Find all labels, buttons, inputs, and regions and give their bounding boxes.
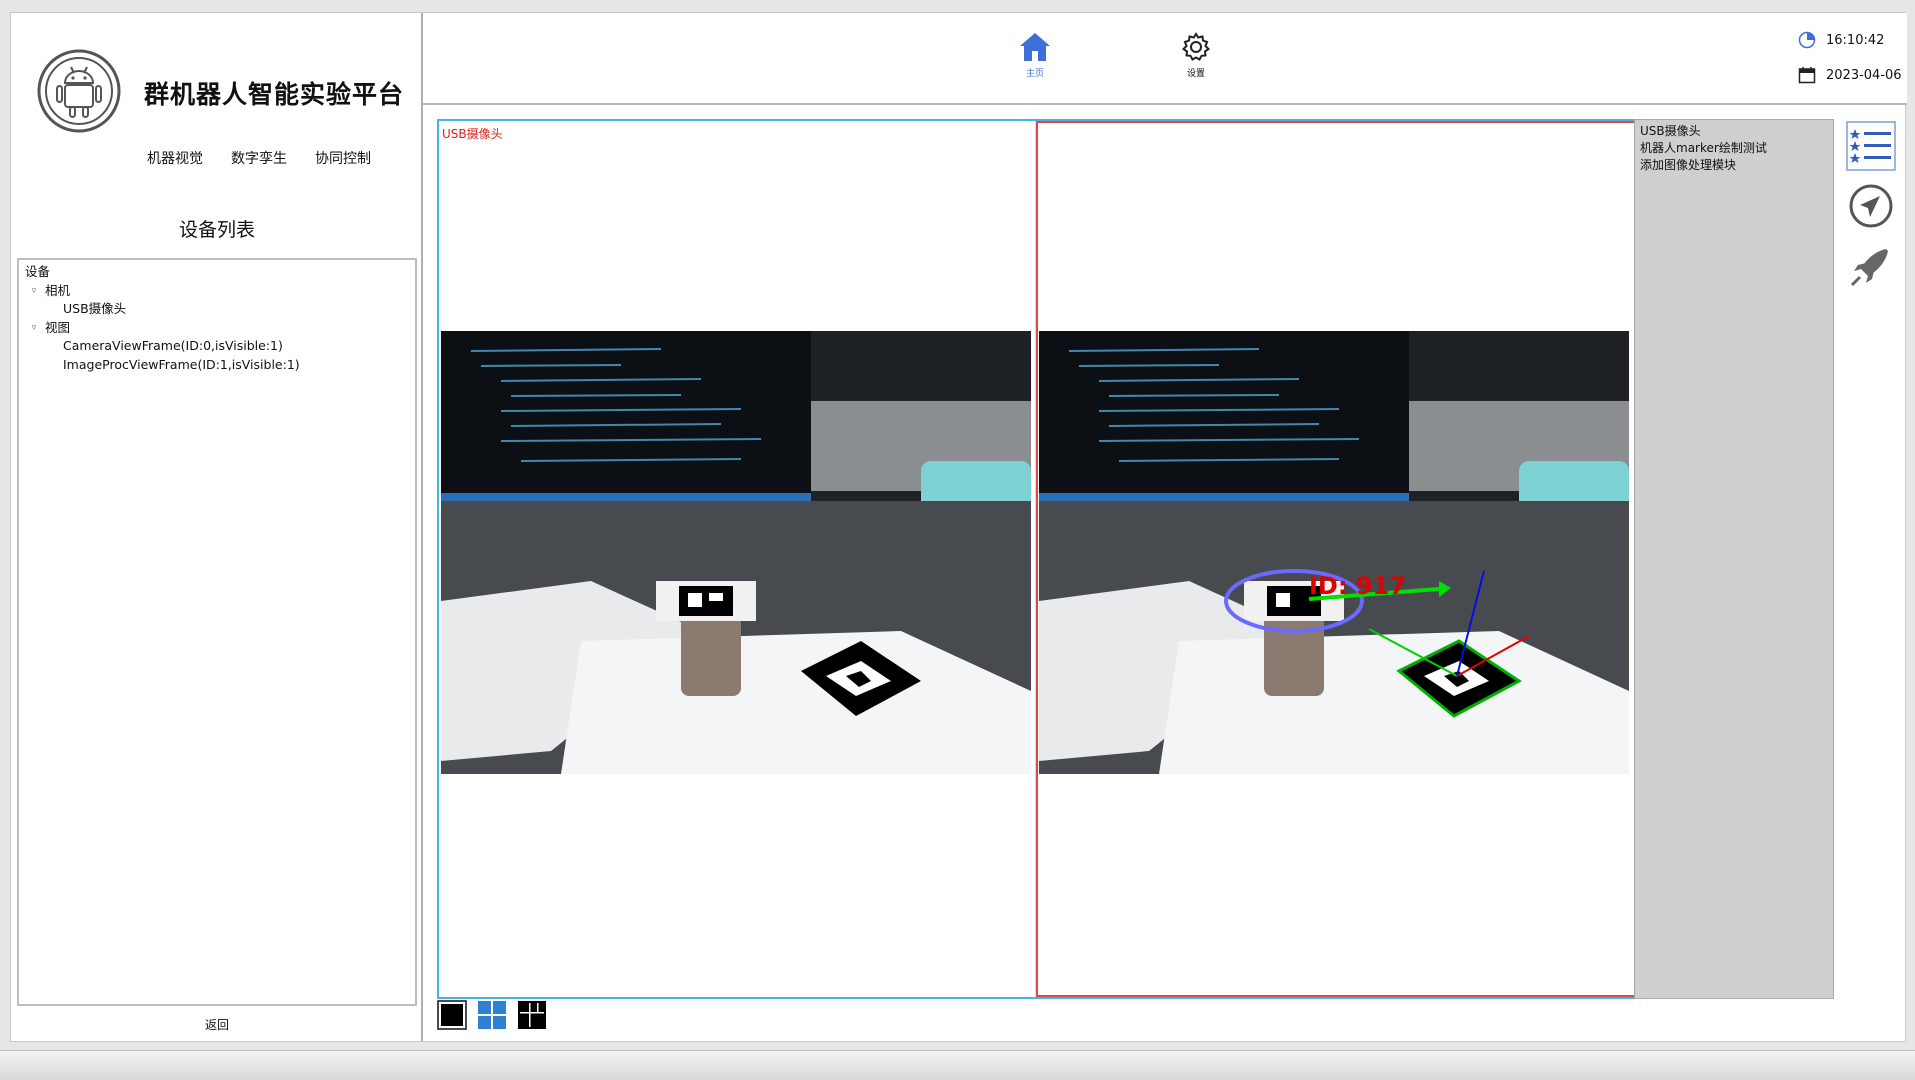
module-item[interactable]: USB摄像头 [1640,123,1828,140]
marker-id-label: ID: 917 [1309,572,1406,600]
image-proc-view-frame[interactable]: ID: 917 [1036,121,1642,997]
tree-item-usb-camera[interactable]: USB摄像头 [25,300,409,319]
calendar-icon [1798,67,1816,84]
quad-view-layout-button[interactable] [477,1000,507,1030]
tree-item-label: 视图 [45,319,71,335]
top-toolbar: 主页 设置 16:10:42 2023-04-06 [423,13,1907,105]
camera-feed-image [441,331,1031,774]
app-window: 群机器人智能实验平台 机器视觉 数字孪生 协同控制 设备列表 设备 ▿ 相机 U… [10,12,1907,1042]
processed-feed-image: ID: 917 [1039,331,1629,774]
settings-label: 设置 [1186,69,1205,79]
rocket-icon[interactable] [1846,241,1896,291]
chevron-down-icon[interactable]: ▿ [27,282,41,301]
mixed-view-layout-button[interactable] [517,1000,547,1030]
nav-digital-twin[interactable]: 数字孪生 [231,148,287,168]
camera-caption: USB摄像头 [442,127,503,141]
camera-view-area: USB摄像头 ID: 917 [437,119,1644,999]
camera-view-frame[interactable]: USB摄像头 [439,121,1036,997]
tree-item-views[interactable]: ▿ 视图 [25,319,409,338]
home-button[interactable]: 主页 [1005,31,1065,79]
home-label: 主页 [1025,69,1044,79]
gear-icon [1181,32,1211,61]
main-nav: 机器视觉 数字孪生 协同控制 [147,148,371,168]
device-list-title: 设备列表 [178,219,255,241]
navigation-icon[interactable] [1846,181,1896,231]
left-panel: 群机器人智能实验平台 机器视觉 数字孪生 协同控制 设备列表 设备 ▿ 相机 U… [11,13,423,1041]
date-display: 2023-04-06 [1798,66,1902,84]
device-tree: 设备 ▿ 相机 USB摄像头 ▿ 视图 CameraViewFrame(ID:0… [17,258,417,1006]
tree-item-label: 设备 [25,264,51,279]
single-view-layout-button[interactable] [437,1000,467,1030]
tree-item-label: ImageProcViewFrame(ID:1,isVisible:1) [63,356,300,372]
module-item[interactable]: 机器人marker绘制测试 [1640,140,1828,157]
settings-button[interactable]: 设置 [1166,31,1226,79]
nav-collab-control[interactable]: 协同控制 [315,148,371,168]
chevron-down-icon[interactable]: ▿ [27,319,41,338]
tree-item-camera[interactable]: ▿ 相机 [25,282,409,301]
android-logo-icon [37,49,121,133]
window-bottom-bar [0,1050,1915,1080]
tree-item-devices[interactable]: 设备 [25,263,409,282]
module-list-panel: USB摄像头 机器人marker绘制测试 添加图像处理模块 [1634,119,1834,999]
app-title: 群机器人智能实验平台 [144,80,405,109]
tree-item-label: CameraViewFrame(ID:0,isVisible:1) [63,338,283,353]
tree-item-label: 相机 [45,282,71,298]
time-display: 16:10:42 [1798,31,1884,49]
tree-item-camera-view-frame[interactable]: CameraViewFrame(ID:0,isVisible:1) [25,337,409,356]
layout-switcher [437,1000,547,1030]
clock-icon [1798,31,1816,49]
module-item[interactable]: 添加图像处理模块 [1640,157,1828,174]
date-text: 2023-04-06 [1826,67,1902,83]
nav-machine-vision[interactable]: 机器视觉 [147,148,203,168]
tree-item-label: USB摄像头 [63,301,127,316]
tree-item-image-proc-view-frame[interactable]: ImageProcViewFrame(ID:1,isVisible:1) [25,356,409,375]
home-icon [1020,33,1050,61]
back-button[interactable]: 返回 [11,1016,423,1033]
list-icon[interactable] [1846,121,1896,171]
time-text: 16:10:42 [1826,32,1885,48]
